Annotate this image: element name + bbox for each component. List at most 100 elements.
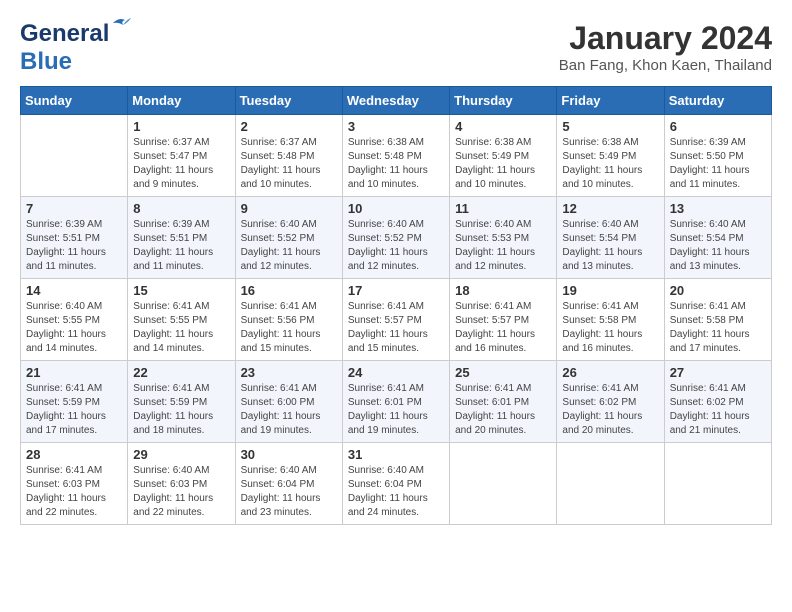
day-info: Sunrise: 6:40 AMSunset: 5:55 PMDaylight:…	[26, 300, 122, 356]
calendar-cell: 8 Sunrise: 6:39 AMSunset: 5:51 PMDaylight…	[128, 197, 235, 279]
day-info: Sunrise: 6:38 AMSunset: 5:48 PMDaylight:…	[348, 136, 444, 192]
day-info: Sunrise: 6:40 AMSunset: 5:54 PMDaylight:…	[562, 218, 658, 274]
day-number: 13	[670, 201, 766, 216]
day-info: Sunrise: 6:41 AMSunset: 5:59 PMDaylight:…	[26, 382, 122, 438]
day-info: Sunrise: 6:41 AMSunset: 5:58 PMDaylight:…	[562, 300, 658, 356]
calendar-header-wednesday: Wednesday	[342, 87, 449, 115]
calendar-cell	[557, 443, 664, 525]
day-number: 9	[241, 201, 337, 216]
calendar-cell: 21 Sunrise: 6:41 AMSunset: 5:59 PMDayligh…	[21, 361, 128, 443]
calendar-cell: 11 Sunrise: 6:40 AMSunset: 5:53 PMDayligh…	[450, 197, 557, 279]
calendar-cell: 1Sunrise: 6:37 AMSunset: 5:47 PMDaylight…	[128, 115, 235, 197]
calendar-cell: 17 Sunrise: 6:41 AMSunset: 5:57 PMDayligh…	[342, 279, 449, 361]
calendar-header-tuesday: Tuesday	[235, 87, 342, 115]
calendar-cell: 31Sunrise: 6:40 AMSunset: 6:04 PMDayligh…	[342, 443, 449, 525]
day-number: 14	[26, 283, 122, 298]
calendar-cell: 25 Sunrise: 6:41 AMSunset: 6:01 PMDayligh…	[450, 361, 557, 443]
calendar-header-saturday: Saturday	[664, 87, 771, 115]
day-info: Sunrise: 6:41 AMSunset: 5:57 PMDaylight:…	[348, 300, 444, 356]
calendar-week-3: 14 Sunrise: 6:40 AMSunset: 5:55 PMDayligh…	[21, 279, 772, 361]
day-info: Sunrise: 6:37 AMSunset: 5:48 PMDaylight:…	[241, 136, 337, 192]
calendar-cell: 2 Sunrise: 6:37 AMSunset: 5:48 PMDaylight…	[235, 115, 342, 197]
day-info: Sunrise: 6:41 AMSunset: 6:01 PMDaylight:…	[455, 382, 551, 438]
calendar-cell	[664, 443, 771, 525]
day-number: 28	[26, 447, 122, 462]
calendar-body: 1Sunrise: 6:37 AMSunset: 5:47 PMDaylight…	[21, 115, 772, 525]
day-info: Sunrise: 6:40 AMSunset: 5:54 PMDaylight:…	[670, 218, 766, 274]
day-info: Sunrise: 6:41 AMSunset: 6:02 PMDaylight:…	[670, 382, 766, 438]
day-info: Sunrise: 6:38 AMSunset: 5:49 PMDaylight:…	[562, 136, 658, 192]
day-number: 24	[348, 365, 444, 380]
day-number: 18	[455, 283, 551, 298]
day-number: 23	[241, 365, 337, 380]
day-info: Sunrise: 6:40 AMSunset: 5:52 PMDaylight:…	[348, 218, 444, 274]
day-number: 21	[26, 365, 122, 380]
day-number: 22	[133, 365, 229, 380]
day-info: Sunrise: 6:40 AMSunset: 5:53 PMDaylight:…	[455, 218, 551, 274]
day-number: 29	[133, 447, 229, 462]
calendar-header-friday: Friday	[557, 87, 664, 115]
day-number: 25	[455, 365, 551, 380]
calendar-cell: 5 Sunrise: 6:38 AMSunset: 5:49 PMDaylight…	[557, 115, 664, 197]
day-number: 30	[241, 447, 337, 462]
day-number: 10	[348, 201, 444, 216]
calendar-week-1: 1Sunrise: 6:37 AMSunset: 5:47 PMDaylight…	[21, 115, 772, 197]
calendar-header-row: SundayMondayTuesdayWednesdayThursdayFrid…	[21, 87, 772, 115]
day-number: 3	[348, 119, 444, 134]
day-number: 19	[562, 283, 658, 298]
logo-blue: Blue	[20, 48, 72, 75]
day-number: 6	[670, 119, 766, 134]
day-info: Sunrise: 6:41 AMSunset: 5:58 PMDaylight:…	[670, 300, 766, 356]
day-number: 4	[455, 119, 551, 134]
calendar-cell: 12Sunrise: 6:40 AMSunset: 5:54 PMDayligh…	[557, 197, 664, 279]
day-number: 26	[562, 365, 658, 380]
day-number: 15	[133, 283, 229, 298]
calendar-header-monday: Monday	[128, 87, 235, 115]
day-info: Sunrise: 6:41 AMSunset: 5:59 PMDaylight:…	[133, 382, 229, 438]
day-number: 20	[670, 283, 766, 298]
day-number: 1	[133, 119, 229, 134]
day-info: Sunrise: 6:41 AMSunset: 5:56 PMDaylight:…	[241, 300, 337, 356]
subtitle: Ban Fang, Khon Kaen, Thailand	[559, 57, 772, 74]
page-header: General Blue January 2024 Ban Fang, Khon…	[20, 20, 772, 76]
calendar-week-4: 21 Sunrise: 6:41 AMSunset: 5:59 PMDayligh…	[21, 361, 772, 443]
day-number: 5	[562, 119, 658, 134]
day-number: 17	[348, 283, 444, 298]
calendar-cell: 24 Sunrise: 6:41 AMSunset: 6:01 PMDayligh…	[342, 361, 449, 443]
day-info: Sunrise: 6:40 AMSunset: 6:04 PMDaylight:…	[348, 464, 444, 520]
logo-general: General	[20, 20, 109, 47]
day-info: Sunrise: 6:41 AMSunset: 5:55 PMDaylight:…	[133, 300, 229, 356]
calendar-cell: 26 Sunrise: 6:41 AMSunset: 6:02 PMDayligh…	[557, 361, 664, 443]
day-info: Sunrise: 6:41 AMSunset: 5:57 PMDaylight:…	[455, 300, 551, 356]
day-info: Sunrise: 6:41 AMSunset: 6:03 PMDaylight:…	[26, 464, 122, 520]
day-number: 2	[241, 119, 337, 134]
calendar-cell: 23 Sunrise: 6:41 AMSunset: 6:00 PMDayligh…	[235, 361, 342, 443]
calendar-cell: 30Sunrise: 6:40 AMSunset: 6:04 PMDayligh…	[235, 443, 342, 525]
day-number: 8	[133, 201, 229, 216]
calendar-cell: 20 Sunrise: 6:41 AMSunset: 5:58 PMDayligh…	[664, 279, 771, 361]
calendar-cell: 22 Sunrise: 6:41 AMSunset: 5:59 PMDayligh…	[128, 361, 235, 443]
title-block: January 2024 Ban Fang, Khon Kaen, Thaila…	[559, 20, 772, 74]
calendar-cell: 16 Sunrise: 6:41 AMSunset: 5:56 PMDayligh…	[235, 279, 342, 361]
calendar-cell: 10 Sunrise: 6:40 AMSunset: 5:52 PMDayligh…	[342, 197, 449, 279]
day-info: Sunrise: 6:41 AMSunset: 6:01 PMDaylight:…	[348, 382, 444, 438]
calendar-header-sunday: Sunday	[21, 87, 128, 115]
day-info: Sunrise: 6:39 AMSunset: 5:50 PMDaylight:…	[670, 136, 766, 192]
day-info: Sunrise: 6:39 AMSunset: 5:51 PMDaylight:…	[26, 218, 122, 274]
day-info: Sunrise: 6:39 AMSunset: 5:51 PMDaylight:…	[133, 218, 229, 274]
calendar-header-thursday: Thursday	[450, 87, 557, 115]
day-number: 7	[26, 201, 122, 216]
day-info: Sunrise: 6:41 AMSunset: 6:00 PMDaylight:…	[241, 382, 337, 438]
calendar-cell	[450, 443, 557, 525]
calendar-cell: 29Sunrise: 6:40 AMSunset: 6:03 PMDayligh…	[128, 443, 235, 525]
calendar-cell: 13 Sunrise: 6:40 AMSunset: 5:54 PMDayligh…	[664, 197, 771, 279]
calendar-week-5: 28 Sunrise: 6:41 AMSunset: 6:03 PMDayligh…	[21, 443, 772, 525]
day-info: Sunrise: 6:40 AMSunset: 5:52 PMDaylight:…	[241, 218, 337, 274]
calendar-cell: 3 Sunrise: 6:38 AMSunset: 5:48 PMDaylight…	[342, 115, 449, 197]
day-number: 16	[241, 283, 337, 298]
calendar-cell: 18 Sunrise: 6:41 AMSunset: 5:57 PMDayligh…	[450, 279, 557, 361]
calendar-cell: 7 Sunrise: 6:39 AMSunset: 5:51 PMDaylight…	[21, 197, 128, 279]
main-title: January 2024	[559, 20, 772, 57]
day-info: Sunrise: 6:41 AMSunset: 6:02 PMDaylight:…	[562, 382, 658, 438]
day-number: 11	[455, 201, 551, 216]
